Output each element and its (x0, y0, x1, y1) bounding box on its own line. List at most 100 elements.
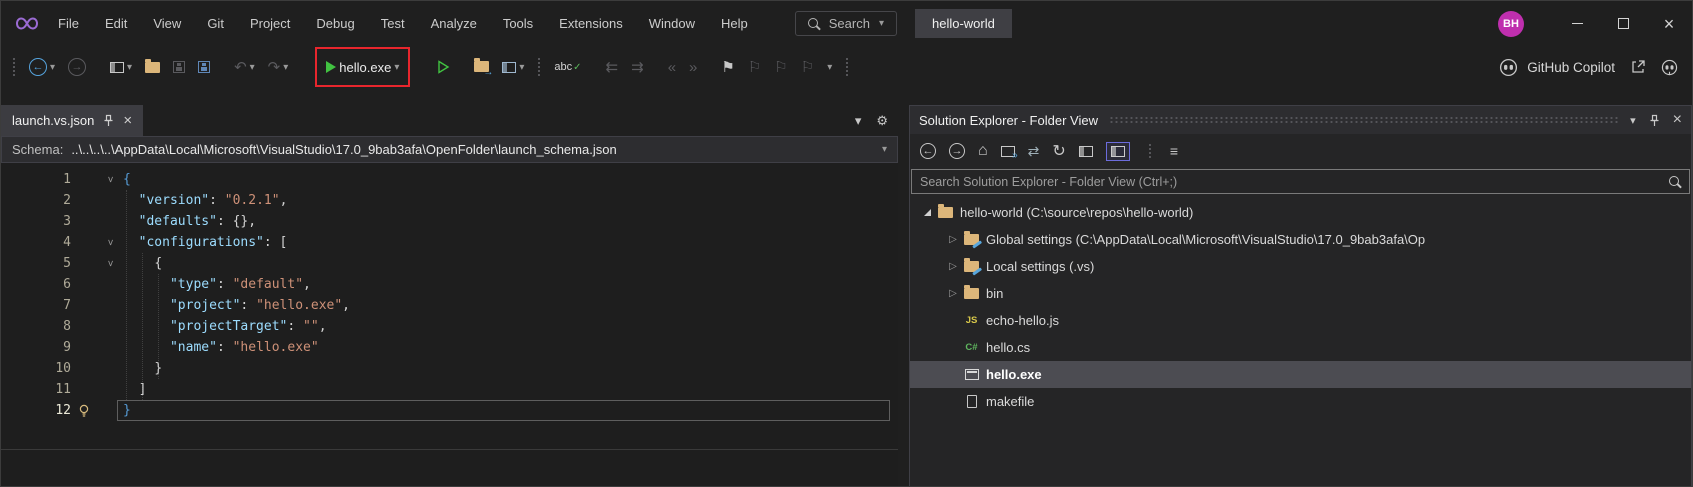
collapsed-arrow-icon[interactable]: ▷ (944, 261, 962, 272)
code-line-1[interactable]: 1>{ (1, 169, 898, 190)
navigate-forward-button[interactable]: → (63, 53, 91, 81)
browse-folder-button[interactable]: → (469, 53, 494, 81)
collapsed-arrow-icon[interactable]: ▷ (944, 288, 962, 299)
folder-view-toggle-button[interactable] (1106, 142, 1130, 161)
collapsed-arrow-icon[interactable]: ▷ (944, 234, 962, 245)
menu-item-help[interactable]: Help (708, 10, 761, 37)
menu-item-project[interactable]: Project (237, 10, 303, 37)
lightbulb-icon[interactable] (71, 400, 97, 421)
code-line-8[interactable]: 8 "projectTarget": "", (1, 316, 898, 337)
redo-button[interactable]: ↷ ▾ (263, 53, 294, 81)
tree-item-local-settings[interactable]: ▷Local settings (.vs) (910, 253, 1691, 280)
document-list-dropdown-icon[interactable]: ▾ (855, 113, 862, 129)
menu-item-window[interactable]: Window (636, 10, 708, 37)
user-avatar[interactable]: BH (1498, 11, 1524, 37)
code-line-7[interactable]: 7 "project": "hello.exe", (1, 295, 898, 316)
pin-icon[interactable] (1649, 114, 1660, 127)
filter-options-button[interactable]: ≡ (1170, 143, 1178, 159)
solution-explorer-search[interactable]: Search Solution Explorer - Folder View (… (911, 169, 1690, 194)
tab-launch-vs-json[interactable]: launch.vs.json × (1, 105, 143, 136)
undo-button[interactable]: ↶ ▾ (229, 53, 260, 81)
preview-window-button[interactable]: ▾ (497, 53, 529, 81)
code-line-4[interactable]: 4> "configurations": [ (1, 232, 898, 253)
save-all-button[interactable] (193, 53, 215, 81)
toolbar-grip[interactable] (1148, 143, 1152, 159)
menu-item-edit[interactable]: Edit (92, 10, 140, 37)
editor-options-gear-icon[interactable]: ⚙ (876, 113, 888, 129)
show-all-files-button[interactable] (1079, 146, 1093, 157)
explorer-back-button[interactable]: ← (920, 143, 936, 159)
previous-bookmark-button[interactable]: ⚐ (743, 53, 766, 81)
decrease-indent-button[interactable]: « (663, 53, 681, 81)
tree-item-hello-exe[interactable]: hello.exe (910, 361, 1691, 388)
start-debug-run-button[interactable]: hello.exe ▾ (326, 53, 399, 81)
code-line-11[interactable]: 11 ] (1, 379, 898, 400)
tree-item-hello-cs[interactable]: C#hello.cs (910, 334, 1691, 361)
toolbar-grip[interactable] (537, 57, 541, 77)
tree-item-echo-hello-js[interactable]: JSecho-hello.js (910, 307, 1691, 334)
code-line-9[interactable]: 9 "name": "hello.exe" (1, 337, 898, 358)
fold-marker-icon[interactable]: > (97, 232, 123, 253)
forward-arrow-icon: → (68, 58, 86, 76)
menu-item-analyze[interactable]: Analyze (418, 10, 490, 37)
window-position-icon[interactable]: ▾ (1630, 114, 1636, 127)
start-without-debugging-button[interactable] (432, 53, 455, 81)
close-panel-icon[interactable]: × (1673, 111, 1682, 129)
menu-item-file[interactable]: File (45, 10, 92, 37)
menu-item-git[interactable]: Git (194, 10, 237, 37)
github-copilot-control[interactable]: GitHub Copilot (1499, 58, 1678, 77)
menu-item-debug[interactable]: Debug (303, 10, 367, 37)
code-line-6[interactable]: 6 "type": "default", (1, 274, 898, 295)
open-folder-button[interactable] (140, 53, 165, 81)
copilot-status-icon[interactable] (1661, 59, 1678, 76)
share-icon[interactable] (1630, 59, 1646, 75)
tree-item-hello-world-root[interactable]: hello-world (C:\source\repos\hello-world… (910, 199, 1691, 226)
toggle-bookmark-button[interactable]: ⚑ (716, 53, 739, 81)
menu-item-tools[interactable]: Tools (490, 10, 546, 37)
close-tab-icon[interactable]: × (123, 112, 132, 129)
menu-item-extensions[interactable]: Extensions (546, 10, 636, 37)
tree-item-global-settings[interactable]: ▷Global settings (C:\AppData\Local\Micro… (910, 226, 1691, 253)
code-line-5[interactable]: 5> { (1, 253, 898, 274)
code-line-2[interactable]: 2 "version": "0.2.1", (1, 190, 898, 211)
clear-bookmarks-button[interactable]: ⚐ (796, 53, 819, 81)
expanded-arrow-icon[interactable] (918, 209, 936, 216)
active-project-badge[interactable]: hello-world (915, 9, 1012, 38)
code-line-10[interactable]: 10 } (1, 358, 898, 379)
solution-explorer-header[interactable]: Solution Explorer - Folder View ▾ × (910, 106, 1691, 134)
sync-with-active-document-button[interactable]: ⇄ (1028, 143, 1040, 160)
tree-item-makefile[interactable]: makefile (910, 388, 1691, 415)
toolbar-overflow-button[interactable]: ▾ (822, 53, 837, 81)
switch-views-button[interactable]: » (1001, 146, 1015, 157)
close-button[interactable]: × (1646, 1, 1692, 46)
explorer-forward-button[interactable]: → (949, 143, 965, 159)
code-editor[interactable]: 1>{2 "version": "0.2.1",3 "defaults": {}… (1, 163, 898, 450)
navigate-previous-button[interactable]: ⇇ (601, 53, 624, 81)
toolbar-grip[interactable] (845, 57, 849, 77)
tree-item-bin[interactable]: ▷bin (910, 280, 1691, 307)
fold-marker-icon[interactable]: > (97, 169, 123, 190)
menu-item-test[interactable]: Test (368, 10, 418, 37)
maximize-button[interactable] (1600, 1, 1646, 46)
navigate-next-button[interactable]: ⇉ (626, 53, 649, 81)
chevron-down-icon[interactable]: ▾ (882, 144, 887, 155)
panel-drag-grip[interactable] (1109, 116, 1619, 125)
increase-indent-button[interactable]: » (684, 53, 702, 81)
pin-icon[interactable] (103, 114, 114, 127)
titlebar-search[interactable]: Search ▾ (795, 11, 897, 36)
code-line-3[interactable]: 3 "defaults": {}, (1, 211, 898, 232)
code-line-12[interactable]: 12} (1, 400, 898, 421)
next-bookmark-button[interactable]: ⚐ (769, 53, 792, 81)
schema-bar[interactable]: Schema: ..\..\..\..\AppData\Local\Micros… (1, 136, 898, 163)
refresh-button[interactable]: ↻ (1052, 141, 1065, 161)
fold-marker-icon[interactable]: > (97, 253, 123, 274)
home-button[interactable]: ⌂ (978, 142, 988, 160)
minimize-button[interactable] (1554, 1, 1600, 46)
navigate-backward-button[interactable]: ← ▾ (24, 53, 60, 81)
menu-item-view[interactable]: View (140, 10, 194, 37)
spell-check-button[interactable]: abc ✓ (549, 53, 586, 81)
toolbar-grip[interactable] (12, 57, 16, 77)
document-switch-button[interactable]: ▾ (105, 53, 137, 81)
preview-window-icon (502, 62, 516, 73)
save-button[interactable] (168, 53, 190, 81)
